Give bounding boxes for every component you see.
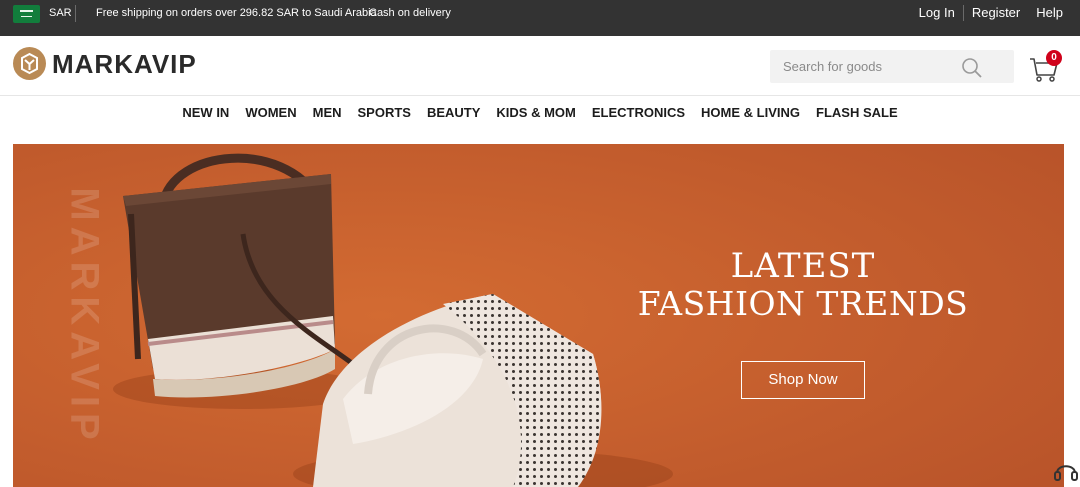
saudi-flag-icon[interactable] (13, 5, 40, 23)
account-links: Log In Register Help (919, 5, 1063, 21)
search-box (770, 50, 1014, 83)
top-bar: SAR Free shipping on orders over 296.82 … (0, 0, 1080, 36)
hero-banner[interactable]: MARKAVIP LATEST FASHION TRENDS Shop Now (13, 144, 1064, 487)
shipping-notice: Free shipping on orders over 296.82 SAR … (96, 7, 377, 19)
register-link[interactable]: Register (972, 5, 1020, 21)
hero-title-line1: LATEST (730, 246, 876, 286)
help-link[interactable]: Help (1036, 5, 1063, 21)
nav-item-women[interactable]: WOMEN (245, 105, 296, 121)
hero-title-line2: FASHION TRENDS (637, 284, 969, 323)
nav-item-flash-sale[interactable]: FLASH SALE (816, 105, 898, 121)
search-icon[interactable] (960, 56, 984, 80)
header: MARKAVIP 0 (0, 36, 1080, 96)
hero-headline: LATEST FASHION TRENDS (603, 246, 1003, 323)
divider (962, 5, 964, 21)
nav-item-kids-mom[interactable]: KIDS & MOM (496, 105, 575, 121)
markavip-logo-icon[interactable] (13, 47, 46, 80)
nav-item-men[interactable]: MEN (313, 105, 342, 121)
shop-now-button[interactable]: Shop Now (741, 361, 865, 399)
nav-item-new-in[interactable]: NEW IN (182, 105, 229, 121)
watermark: MARKAVIP (62, 187, 107, 446)
login-link[interactable]: Log In (919, 5, 955, 21)
currency-selector[interactable]: SAR (49, 6, 72, 20)
headset-icon[interactable] (1052, 457, 1080, 485)
nav-item-electronics[interactable]: ELECTRONICS (592, 105, 685, 121)
nav-item-beauty[interactable]: BEAUTY (427, 105, 480, 121)
cart-button[interactable]: 0 (1028, 50, 1064, 84)
cod-notice: Cash on delivery (369, 7, 451, 19)
logo-wordmark[interactable]: MARKAVIP (52, 49, 197, 79)
divider (75, 5, 76, 22)
nav-item-home-living[interactable]: HOME & LIVING (701, 105, 800, 121)
search-input[interactable] (770, 50, 950, 83)
nav-item-sports[interactable]: SPORTS (358, 105, 411, 121)
main-nav: NEW IN WOMEN MEN SPORTS BEAUTY KIDS & MO… (0, 97, 1080, 129)
cart-count-badge: 0 (1046, 50, 1062, 66)
